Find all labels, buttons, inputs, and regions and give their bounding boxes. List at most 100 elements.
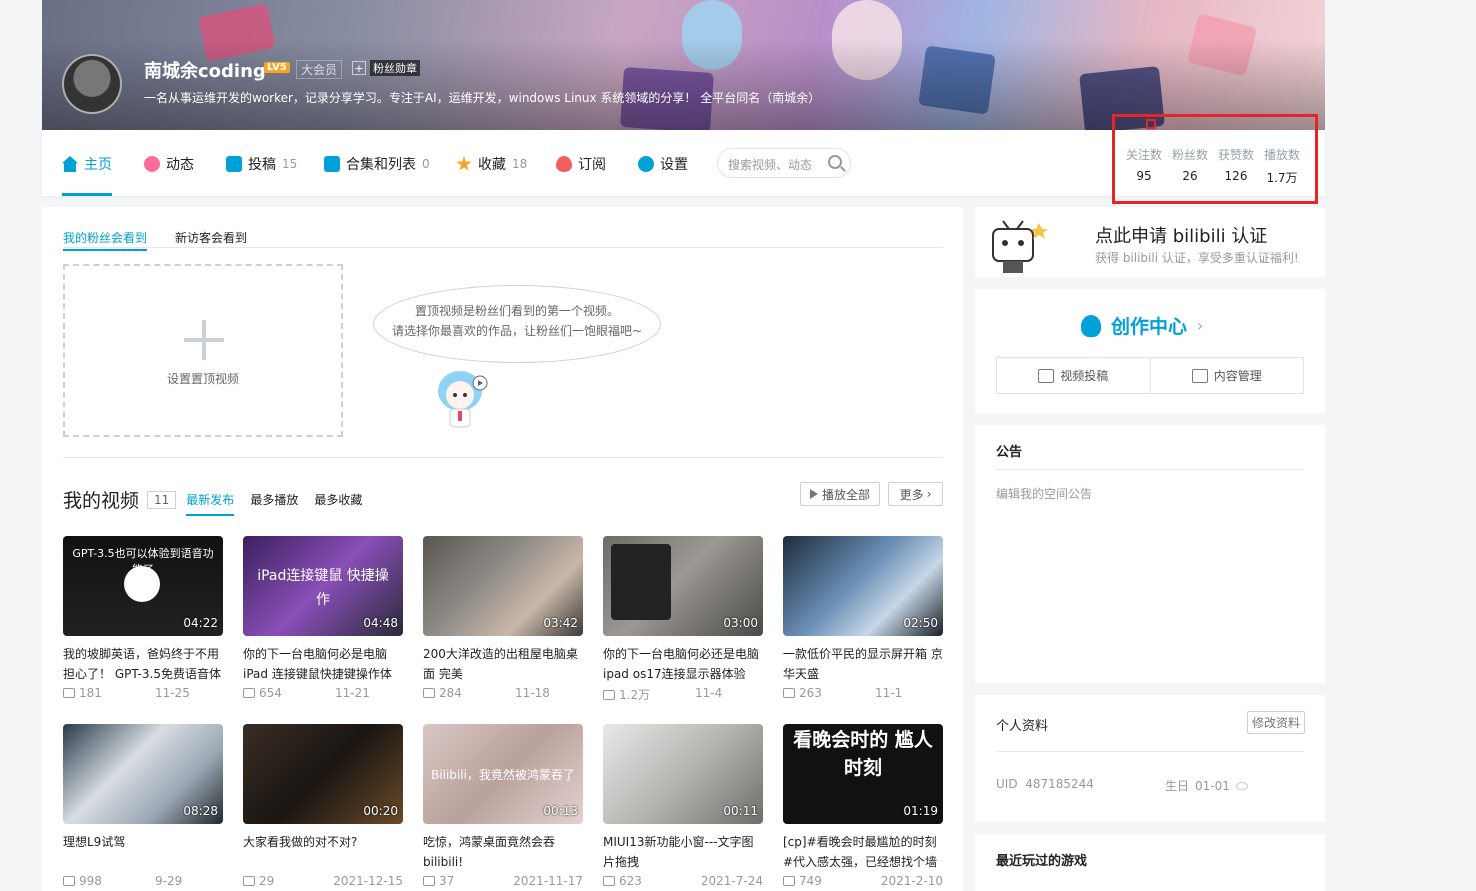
tab-subscriptions[interactable]: 订阅	[556, 154, 606, 174]
video-thumbnail[interactable]: 08:28	[63, 724, 223, 824]
avatar[interactable]	[62, 54, 122, 114]
video-duration: 00:11	[723, 804, 758, 818]
certification-panel[interactable]: 点此申请 bilibili 认证 获得 bilibili 认证，享受多重认证福利…	[975, 207, 1325, 277]
level-badge: LV5	[264, 62, 290, 73]
video-title[interactable]: [cp]#看晚会时最尴尬的时刻#代入感太强，已经想找个墙角	[783, 832, 943, 872]
tab-favorites-count: 18	[512, 157, 528, 171]
video-card[interactable]: Bilibili，我竟然被鸿蒙吞了 00:13 吃惊，鸿蒙桌面竟然会吞bilib…	[423, 724, 583, 890]
video-duration: 02:50	[903, 616, 938, 630]
creation-center-link[interactable]: 创作中心 ›	[1081, 312, 1203, 339]
video-thumbnail[interactable]: 02:50	[783, 536, 943, 636]
fan-medal-label: 粉丝勋章	[370, 60, 420, 76]
video-card[interactable]: GPT-3.5也可以体验到语音功能了 04:22 我的坡脚英语，爸妈终于不用担心…	[63, 536, 223, 702]
video-thumbnail[interactable]: 03:42	[423, 536, 583, 636]
video-card[interactable]: 03:00 你的下一台电脑何必还是电脑 ipad os17连接显示器体验 1.2…	[603, 536, 763, 702]
publish-date: 2021-12-15	[333, 874, 403, 888]
video-thumbnail[interactable]: 看晚会时的 尴人 时刻 01:19	[783, 724, 943, 824]
search-icon[interactable]	[828, 155, 842, 169]
play-count-icon	[783, 876, 795, 886]
fan-medal[interactable]: + 粉丝勋章	[352, 60, 420, 76]
video-title[interactable]: 你的下一台电脑何必是电脑 iPad 连接键鼠快捷键操作体验	[243, 644, 403, 684]
creation-actions: 视频投稿 内容管理	[996, 357, 1304, 394]
content-manage-button[interactable]: 内容管理	[1149, 358, 1304, 393]
tab-dynamic-label: 动态	[166, 157, 194, 173]
video-card[interactable]: 00:20 大家看我做的对不对? 29 2021-12-15	[243, 724, 403, 890]
video-title[interactable]: 你的下一台电脑何必还是电脑 ipad os17连接显示器体验	[603, 644, 763, 684]
video-thumbnail[interactable]: Bilibili，我竟然被鸿蒙吞了 00:13	[423, 724, 583, 824]
creation-center-panel: 创作中心 › 视频投稿 内容管理	[975, 289, 1325, 413]
tab-collections[interactable]: 合集和列表 0	[324, 154, 430, 174]
manage-icon	[1191, 368, 1208, 383]
bilibili-tv-mascot-icon	[992, 220, 1048, 273]
search-placeholder: 搜索视频、动态	[728, 158, 813, 172]
sort-most-played[interactable]: 最多播放	[250, 491, 298, 516]
space-search-input[interactable]: 搜索视频、动态	[717, 148, 851, 178]
video-title[interactable]: 我的坡脚英语，爸妈终于不用担心了！ GPT-3.5免费语音体	[63, 644, 223, 684]
tab-home[interactable]: 主页	[62, 154, 112, 174]
edit-profile-button[interactable]: 修改资料	[1247, 711, 1306, 734]
video-duration: 03:00	[723, 616, 758, 630]
video-card[interactable]: iPad连接键鼠 快捷操作 04:48 你的下一台电脑何必是电脑 iPad 连接…	[243, 536, 403, 702]
video-card[interactable]: 08:28 理想L9试驾 998 9-29	[63, 724, 223, 890]
video-thumbnail[interactable]: iPad连接键鼠 快捷操作 04:48	[243, 536, 403, 636]
vip-badge[interactable]: 大会员	[296, 60, 343, 79]
video-title[interactable]: 大家看我做的对不对?	[243, 832, 403, 872]
profile-title: 个人资料	[996, 719, 1049, 734]
ipad-shape	[611, 544, 671, 620]
tab-favorites[interactable]: 收藏 18	[456, 154, 527, 174]
video-thumbnail[interactable]: 00:11	[603, 724, 763, 824]
tab-uploads-count: 15	[282, 157, 298, 171]
sort-most-favorited[interactable]: 最多收藏	[314, 491, 362, 516]
video-card[interactable]: 看晚会时的 尴人 时刻 01:19 [cp]#看晚会时最尴尬的时刻#代入感太强，…	[783, 724, 943, 890]
video-duration: 04:22	[183, 616, 218, 630]
video-sort-tabs: 最新发布 最多播放 最多收藏	[186, 483, 362, 516]
sort-latest[interactable]: 最新发布	[186, 491, 235, 516]
heart-icon	[556, 156, 572, 172]
publish-date: 11-25	[155, 686, 190, 700]
play-count: 263	[799, 686, 822, 700]
username[interactable]: 南城余coding	[144, 57, 266, 83]
video-card[interactable]: 00:11 MIUI13新功能小窗---文字图片拖拽 623 2021-7-24	[603, 724, 763, 890]
publish-date: 11-21	[335, 686, 370, 700]
notice-edit-area[interactable]: 编辑我的空间公告	[996, 485, 1092, 502]
chevron-right-icon: ›	[1197, 316, 1204, 335]
video-thumbnail[interactable]: GPT-3.5也可以体验到语音功能了 04:22	[63, 536, 223, 636]
video-thumbnail[interactable]: 03:00	[603, 536, 763, 636]
birthday-value: 01-01	[1195, 778, 1230, 793]
video-title[interactable]: 200大洋改造的出租屋电脑桌面 完美	[423, 644, 583, 684]
video-title[interactable]: 吃惊，鸿蒙桌面竟然会吞bilibili!	[423, 832, 583, 872]
notice-panel: 公告 编辑我的空间公告	[975, 425, 1325, 683]
visibility-icon[interactable]	[1235, 781, 1248, 790]
set-top-video-label: 设置置顶视频	[166, 372, 239, 386]
bulb-icon	[1081, 314, 1101, 337]
upload-video-button[interactable]: 视频投稿	[997, 358, 1150, 393]
play-count: 654	[259, 686, 282, 700]
play-count: 181	[79, 686, 102, 700]
video-title[interactable]: 理想L9试驾	[63, 832, 223, 872]
user-signature[interactable]: 一名从事运维开发的worker，记录分享学习。专注于AI，运维开发，window…	[144, 89, 820, 106]
upload-icon	[1038, 368, 1055, 383]
video-title[interactable]: 一款低价平民的显示屏开箱 京华天盛	[783, 644, 943, 684]
tab-dynamic[interactable]: 动态	[144, 154, 194, 174]
play-count-icon	[783, 688, 795, 698]
video-card[interactable]: 03:42 200大洋改造的出租屋电脑桌面 完美 284 11-18	[423, 536, 583, 702]
more-videos-button[interactable]: 更多 ›	[888, 482, 943, 506]
divider	[996, 751, 1304, 752]
highlight-marker	[1146, 119, 1156, 129]
uid-value: 487185244	[1025, 777, 1094, 791]
openai-logo-icon	[124, 566, 160, 602]
video-card[interactable]: 02:50 一款低价平民的显示屏开箱 京华天盛 263 11-1	[783, 536, 943, 702]
creation-center-title: 创作中心	[1111, 316, 1188, 338]
set-top-video-button[interactable]: 设置置顶视频	[63, 264, 343, 437]
video-title[interactable]: MIUI13新功能小窗---文字图片拖拽	[603, 832, 763, 872]
video-duration: 01:19	[903, 804, 938, 818]
video-thumbnail[interactable]: 00:20	[243, 724, 403, 824]
tab-settings[interactable]: 设置	[638, 154, 688, 174]
thumbnail-caption: Bilibili，我竟然被鸿蒙吞了	[431, 768, 575, 782]
content-manage-label: 内容管理	[1213, 369, 1262, 383]
tab-uploads[interactable]: 投稿 15	[226, 154, 297, 174]
chevron-right-icon: ›	[926, 487, 932, 501]
play-all-button[interactable]: 播放全部	[800, 482, 880, 506]
play-icon	[809, 489, 818, 499]
active-tab-indicator	[62, 193, 112, 196]
